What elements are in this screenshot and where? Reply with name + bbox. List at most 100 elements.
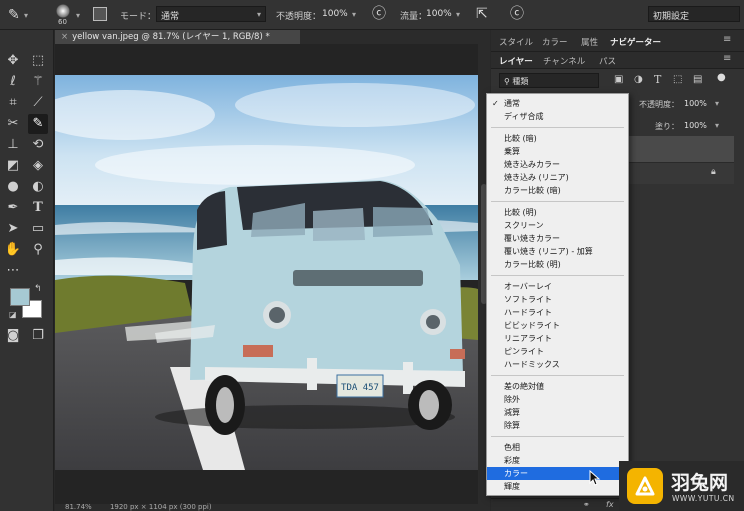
type-icon[interactable]: T	[28, 198, 48, 218]
brush-tool-icon[interactable]: ✎	[8, 8, 20, 22]
brush-icon[interactable]: ✎	[28, 114, 48, 134]
airbrush-icon[interactable]: ⇱	[476, 7, 488, 21]
blend-mode-label: オーバーレイ	[504, 282, 552, 291]
shape-filter-icon[interactable]: ⬚	[673, 74, 682, 85]
pressure-opacity-icon[interactable]: ⓒ	[372, 7, 386, 21]
default-colors-icon[interactable]: ◪	[9, 310, 17, 319]
filter-toggle-icon[interactable]: ●	[717, 72, 726, 83]
blend-mode-item[interactable]: 彩度	[487, 454, 628, 467]
blend-mode-item[interactable]: ピンライト	[487, 345, 628, 358]
blend-mode-item[interactable]: 除算	[487, 419, 628, 432]
flow-label: 流量：	[400, 12, 428, 22]
eraser-icon[interactable]: ◩	[3, 156, 23, 176]
zoom-icon[interactable]: ⚲	[28, 240, 48, 260]
hand-icon[interactable]: ✋	[3, 240, 23, 260]
chevron-down-icon[interactable]: ▾	[76, 11, 80, 20]
blend-mode-item[interactable]: ディザ合成	[487, 110, 628, 123]
tab-navigator[interactable]: ナビゲーター	[610, 36, 661, 48]
blend-mode-item[interactable]: カラー	[487, 467, 628, 480]
eyedropper-icon[interactable]: ⟋	[28, 93, 48, 113]
blend-mode-item[interactable]: ハードライト	[487, 306, 628, 319]
blend-mode-item[interactable]: ソフトライト	[487, 293, 628, 306]
blend-mode-item[interactable]: ビビッドライト	[487, 319, 628, 332]
blend-mode-item[interactable]: ハードミックス	[487, 358, 628, 371]
pen-icon[interactable]: ✒	[3, 198, 23, 218]
blend-mode-item[interactable]: 乗算	[487, 145, 628, 158]
swap-colors-icon[interactable]: ↰	[34, 284, 42, 294]
adjustment-filter-icon[interactable]: ◑	[634, 74, 643, 85]
chevron-down-icon[interactable]: ▾	[24, 11, 28, 20]
layer-opacity-value[interactable]: 100%	[684, 99, 707, 108]
smart-object-filter-icon[interactable]: ▤	[693, 74, 702, 85]
pixel-filter-icon[interactable]: ▣	[614, 74, 623, 85]
document-tab[interactable]: × yellow van.jpeg @ 81.7% (レイヤー 1, RGB/8)…	[55, 30, 300, 44]
foreground-color-swatch-front[interactable]	[10, 288, 30, 306]
panel-menu-icon[interactable]: ≡	[723, 34, 731, 45]
blend-mode-item[interactable]: カラー比較 (暗)	[487, 184, 628, 197]
workspace-select[interactable]: 初期設定	[648, 6, 740, 22]
blend-mode-item[interactable]: 焼き込みカラー	[487, 158, 628, 171]
marquee-icon[interactable]: ⬚	[28, 51, 48, 71]
more-icon[interactable]: ⋯	[3, 261, 23, 281]
healing-icon[interactable]: ✂	[3, 114, 23, 134]
chevron-down-icon[interactable]: ▾	[352, 10, 356, 19]
blend-mode-label: 除算	[504, 421, 520, 430]
quick-mask-icon[interactable]: ◙	[3, 326, 23, 346]
blend-mode-item[interactable]: 覆い焼きカラー	[487, 232, 628, 245]
blend-mode-label: カラー比較 (暗)	[504, 186, 561, 195]
close-icon[interactable]: ×	[61, 32, 68, 42]
rectangle-icon[interactable]: ▭	[28, 219, 48, 239]
layer-row-selected[interactable]	[629, 136, 734, 162]
layer-row-background[interactable]: 🔒︎	[629, 162, 734, 184]
tab-color[interactable]: カラー	[542, 36, 568, 48]
tab-channels[interactable]: チャンネル	[543, 55, 585, 67]
chevron-down-icon[interactable]: ▾	[456, 10, 460, 19]
tab-paths[interactable]: パス	[599, 55, 616, 67]
options-bar: ✎ ▾ 60 ▾ モード： 通常 ▾ 不透明度： 100% ▾ ⓒ 流量： 10…	[0, 0, 744, 30]
pressure-size-icon[interactable]: ⓒ	[510, 7, 524, 21]
dodge-icon[interactable]: ◐	[28, 177, 48, 197]
fx-icon[interactable]: fx	[606, 500, 614, 509]
blend-mode-item[interactable]: 除外	[487, 393, 628, 406]
chevron-down-icon[interactable]: ▾	[715, 121, 719, 130]
blend-mode-item[interactable]: 焼き込み (リニア)	[487, 171, 628, 184]
mode-select[interactable]: 通常 ▾	[156, 6, 266, 22]
blend-mode-item[interactable]: スクリーン	[487, 219, 628, 232]
opacity-value[interactable]: 100%	[322, 9, 348, 19]
blend-mode-item[interactable]: カラー比較 (明)	[487, 258, 628, 271]
blend-mode-item[interactable]: 輝度	[487, 480, 628, 493]
path-select-icon[interactable]: ➤	[3, 219, 23, 239]
move-icon[interactable]: ✥	[3, 51, 23, 71]
screen-mode-icon[interactable]: ❐	[28, 326, 48, 346]
blend-mode-item[interactable]: 減算	[487, 406, 628, 419]
tab-style[interactable]: スタイル	[499, 36, 533, 48]
zoom-readout[interactable]: 81.74%	[65, 503, 92, 511]
blend-mode-item[interactable]: 通常 ✓	[487, 97, 628, 110]
blend-mode-item[interactable]: オーバーレイ	[487, 280, 628, 293]
magic-wand-icon[interactable]: ⚚	[28, 72, 48, 92]
blend-mode-item[interactable]: 覆い焼き (リニア) - 加算	[487, 245, 628, 258]
document-canvas[interactable]: TDA 457	[55, 75, 478, 470]
tab-layers[interactable]: レイヤー	[499, 55, 533, 67]
tab-properties[interactable]: 属性	[581, 36, 598, 48]
brush-panel-icon[interactable]	[93, 7, 107, 21]
lasso-icon[interactable]: ℓ	[3, 72, 23, 92]
blend-mode-item[interactable]: 比較 (明)	[487, 206, 628, 219]
blur-icon[interactable]: ●	[3, 177, 23, 197]
history-brush-icon[interactable]: ⟲	[28, 135, 48, 155]
flow-value[interactable]: 100%	[426, 9, 452, 19]
crop-icon[interactable]: ⌗	[3, 93, 23, 113]
blend-mode-item[interactable]: リニアライト	[487, 332, 628, 345]
layer-fill-value[interactable]: 100%	[684, 121, 707, 130]
blend-mode-item[interactable]: 色相	[487, 441, 628, 454]
blend-mode-item[interactable]: 比較 (暗)	[487, 132, 628, 145]
brush-preset-icon[interactable]	[56, 4, 70, 18]
link-layers-icon[interactable]: ⚭	[583, 500, 590, 509]
type-filter-icon[interactable]: T	[654, 73, 661, 86]
layer-filter-select[interactable]: ⚲ 種類	[499, 73, 599, 88]
stamp-icon[interactable]: ⊥	[3, 135, 23, 155]
chevron-down-icon[interactable]: ▾	[715, 99, 719, 108]
panel-menu-icon[interactable]: ≡	[723, 53, 731, 64]
bucket-icon[interactable]: ◈	[28, 156, 48, 176]
blend-mode-item[interactable]: 差の絶対値	[487, 380, 628, 393]
